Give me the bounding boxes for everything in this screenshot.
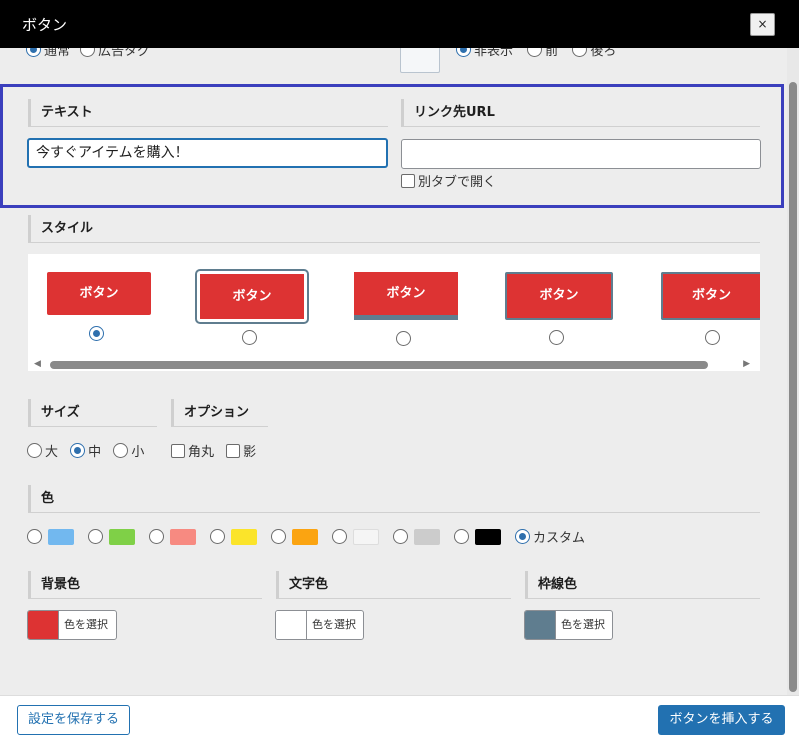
type-label-ad: 広告タグ	[98, 48, 151, 59]
url-section-heading: リンク先URL	[401, 99, 760, 127]
style-radio-3[interactable]	[396, 331, 411, 346]
size-radio-small[interactable]	[113, 443, 129, 458]
rounded-label: 角丸	[188, 445, 215, 460]
position-label-after: 後ろ	[590, 48, 617, 59]
size-radio-medium[interactable]	[70, 443, 86, 458]
dialog-footer: 設定を保存する ボタンを挿入する	[0, 695, 799, 739]
dialog-scrollbar[interactable]	[787, 48, 799, 695]
dialog-titlebar: ボタン ×	[0, 0, 799, 48]
border-color-chip[interactable]	[525, 611, 556, 639]
scroll-left-icon[interactable]: ◀	[34, 359, 41, 369]
color-radio-yellow[interactable]	[210, 529, 225, 544]
insert-button[interactable]: ボタンを挿入する	[658, 705, 785, 735]
color-swatch-gray[interactable]	[414, 528, 440, 545]
type-radio-normal[interactable]	[26, 48, 41, 57]
border-color-button-label: 色を選択	[561, 618, 605, 631]
color-swatch-green[interactable]	[109, 528, 135, 545]
text-section-heading: テキスト	[28, 99, 388, 127]
dialog-content: 通常 広告タグ 非表示 前 後ろ テキスト 今すぐアイテムを購入！ リンク先UR…	[0, 48, 787, 695]
size-label-medium: 中	[88, 445, 102, 460]
size-label-small: 小	[131, 445, 145, 460]
shadow-checkbox[interactable]	[226, 443, 241, 458]
text-color-heading: 文字色	[276, 571, 511, 599]
scroll-right-icon[interactable]: ▶	[743, 359, 750, 369]
style-button-4[interactable]: ボタン	[505, 272, 613, 320]
color-radio-white[interactable]	[332, 529, 347, 544]
dialog-title: ボタン	[22, 16, 68, 34]
color-radio-blue[interactable]	[27, 529, 42, 544]
close-button[interactable]: ×	[750, 13, 775, 36]
color-swatch-blue[interactable]	[48, 528, 74, 545]
dialog-scrollbar-thumb[interactable]	[789, 82, 797, 692]
style-gallery: ボタン ボタン ボタン ボタン ボタン	[28, 254, 760, 371]
size-section-heading: サイズ	[28, 399, 157, 427]
position-radio-after[interactable]	[572, 48, 588, 57]
bg-color-chip[interactable]	[28, 611, 59, 639]
border-color-heading: 枠線色	[525, 571, 760, 599]
option-checkboxes: 角丸 影	[171, 441, 264, 460]
rounded-checkbox[interactable]	[171, 443, 185, 458]
size-label-large: 大	[45, 445, 59, 460]
type-label-normal: 通常	[44, 48, 71, 59]
color-radio-green[interactable]	[88, 529, 103, 544]
border-color-picker[interactable]: 色を選択	[524, 610, 613, 640]
size-options: 大 中 小	[27, 441, 152, 460]
color-radio-orange[interactable]	[271, 529, 286, 544]
text-color-chip[interactable]	[276, 611, 307, 639]
color-radio-pink[interactable]	[149, 529, 164, 544]
style-radio-4[interactable]	[549, 330, 564, 345]
style-radio-5[interactable]	[705, 330, 720, 345]
color-swatch-black[interactable]	[475, 528, 501, 545]
color-radio-black[interactable]	[454, 529, 469, 544]
position-radio-hide[interactable]	[456, 48, 471, 57]
style-section-heading: スタイル	[28, 215, 760, 243]
shadow-label: 影	[243, 445, 257, 460]
position-label-hide: 非表示	[474, 48, 514, 59]
type-options: 通常 広告タグ	[26, 48, 156, 62]
type-radio-ad[interactable]	[80, 48, 96, 57]
color-radio-custom[interactable]	[515, 529, 530, 544]
position-options: 非表示 前 後ろ	[456, 48, 626, 59]
size-radio-large[interactable]	[27, 443, 42, 458]
color-swatch-orange[interactable]	[292, 528, 318, 545]
text-input[interactable]: 今すぐアイテムを購入！	[27, 138, 388, 168]
bg-color-button-label: 色を選択	[64, 618, 108, 631]
color-swatch-yellow[interactable]	[231, 528, 257, 545]
color-radio-gray[interactable]	[393, 529, 408, 544]
icon-preview-box[interactable]	[400, 48, 440, 73]
text-color-button-label: 色を選択	[312, 618, 356, 631]
style-button-5[interactable]: ボタン	[661, 272, 760, 320]
save-settings-button[interactable]: 設定を保存する	[17, 705, 130, 735]
text-color-picker[interactable]: 色を選択	[275, 610, 364, 640]
color-section-heading: 色	[28, 485, 760, 513]
new-tab-label: 別タブで開く	[418, 175, 497, 190]
new-tab-option: 別タブで開く	[401, 171, 504, 190]
style-radio-2[interactable]	[242, 330, 257, 345]
bg-color-picker[interactable]: 色を選択	[27, 610, 117, 640]
color-swatch-white[interactable]	[353, 528, 379, 545]
color-swatch-pink[interactable]	[170, 528, 196, 545]
scrollbar-thumb[interactable]	[50, 361, 708, 369]
option-section-heading: オプション	[171, 399, 268, 427]
style-button-1[interactable]: ボタン	[47, 272, 151, 315]
style-button-3[interactable]: ボタン	[354, 272, 458, 320]
color-swatches: カスタム	[27, 527, 593, 546]
style-radio-1[interactable]	[89, 326, 104, 341]
position-label-before: 前	[545, 48, 559, 59]
style-button-2[interactable]: ボタン	[195, 269, 309, 324]
new-tab-checkbox[interactable]	[401, 173, 415, 188]
position-radio-before[interactable]	[527, 48, 543, 57]
style-gallery-scrollbar[interactable]: ◀ ▶	[34, 358, 760, 372]
url-input[interactable]	[401, 139, 761, 169]
bg-color-heading: 背景色	[28, 571, 262, 599]
color-label-custom: カスタム	[533, 531, 586, 546]
